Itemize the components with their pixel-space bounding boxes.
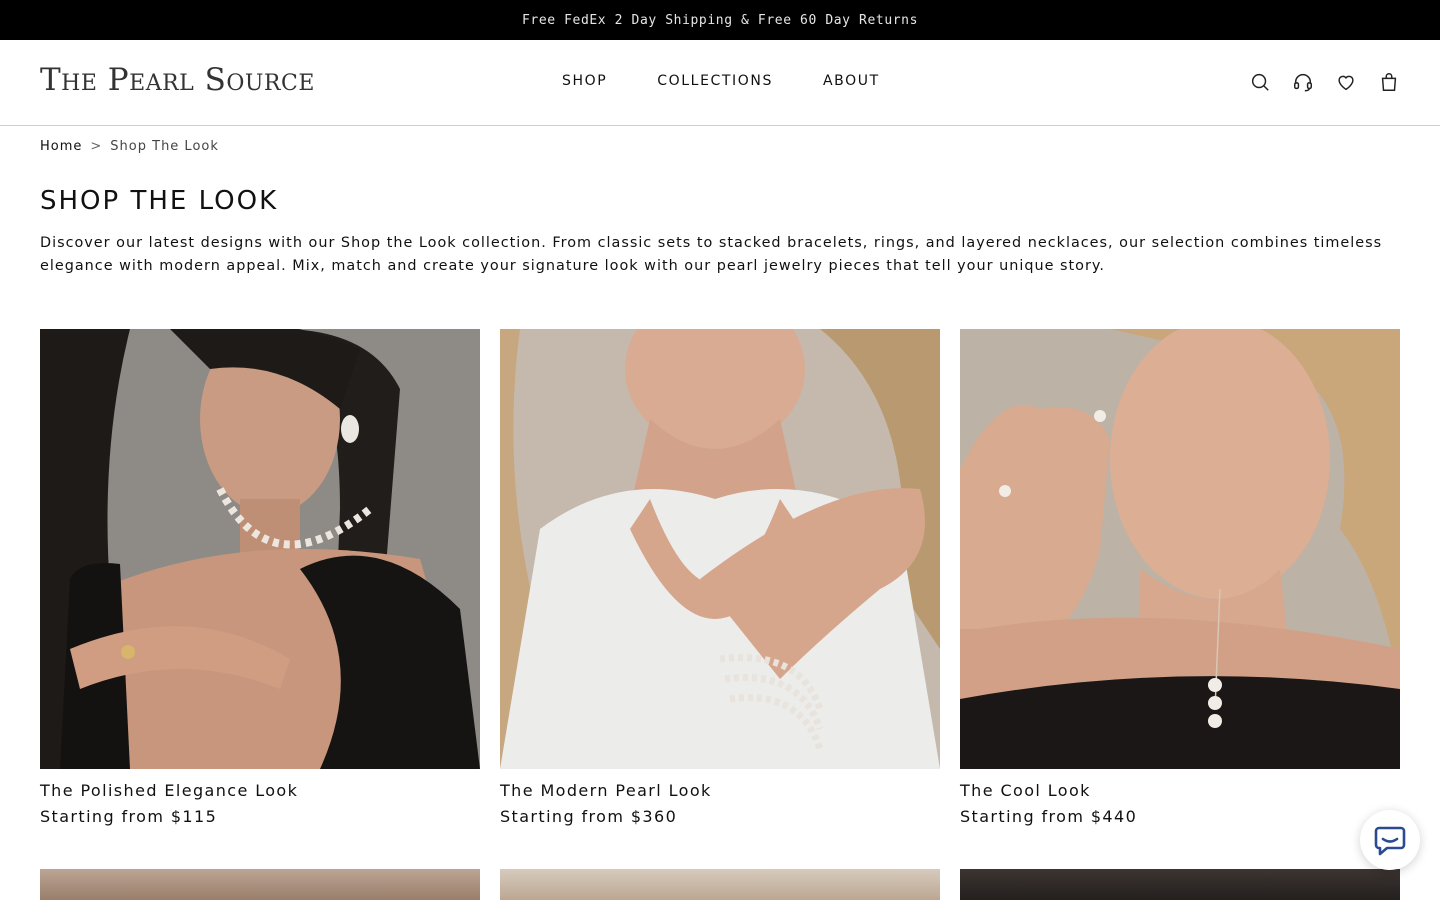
nav-about[interactable]: ABOUT <box>823 73 880 89</box>
site-header: The Pearl Source SHOP COLLECTIONS ABOUT <box>0 40 1440 126</box>
breadcrumb: Home > Shop The Look <box>40 139 219 154</box>
product-price: Starting from $115 <box>40 807 218 826</box>
announcement-bar: Free FedEx 2 Day Shipping & Free 60 Day … <box>0 0 1440 40</box>
product-image[interactable] <box>40 329 480 769</box>
product-name[interactable]: The Cool Look <box>960 781 1400 800</box>
product-image[interactable] <box>500 869 940 900</box>
product-price: Starting from $360 <box>500 807 678 826</box>
product-card[interactable]: The Polished Elegance Look Starting from… <box>40 329 480 826</box>
breadcrumb-home[interactable]: Home <box>40 139 82 154</box>
page-description: Discover our latest designs with our Sho… <box>40 235 1383 274</box>
product-image[interactable] <box>500 329 940 769</box>
product-image[interactable] <box>40 869 480 900</box>
search-icon[interactable] <box>1249 71 1271 93</box>
product-price: Starting from $440 <box>960 807 1138 826</box>
page-title: SHOP THE LOOK <box>40 186 279 216</box>
main-nav: SHOP COLLECTIONS ABOUT <box>562 73 880 89</box>
nav-collections[interactable]: COLLECTIONS <box>657 73 773 89</box>
brand-logo[interactable]: The Pearl Source <box>40 62 315 98</box>
product-image[interactable] <box>960 869 1400 900</box>
wishlist-heart-icon[interactable] <box>1335 71 1357 93</box>
product-name[interactable]: The Modern Pearl Look <box>500 781 940 800</box>
cart-bag-icon[interactable] <box>1378 71 1400 93</box>
product-card[interactable]: The Cool Look Starting from $440 <box>960 329 1400 826</box>
chat-widget-button[interactable] <box>1360 810 1420 870</box>
product-image[interactable] <box>960 329 1400 769</box>
support-headset-icon[interactable] <box>1292 71 1314 93</box>
product-name[interactable]: The Polished Elegance Look <box>40 781 480 800</box>
breadcrumb-separator: > <box>90 139 103 154</box>
nav-shop[interactable]: SHOP <box>562 73 607 89</box>
product-card[interactable]: The Modern Pearl Look Starting from $360 <box>500 329 940 826</box>
header-icons <box>1249 71 1400 93</box>
announcement-text: Free FedEx 2 Day Shipping & Free 60 Day … <box>521 12 919 28</box>
chat-bubble-icon <box>1374 826 1406 856</box>
breadcrumb-current: Shop The Look <box>110 139 219 154</box>
